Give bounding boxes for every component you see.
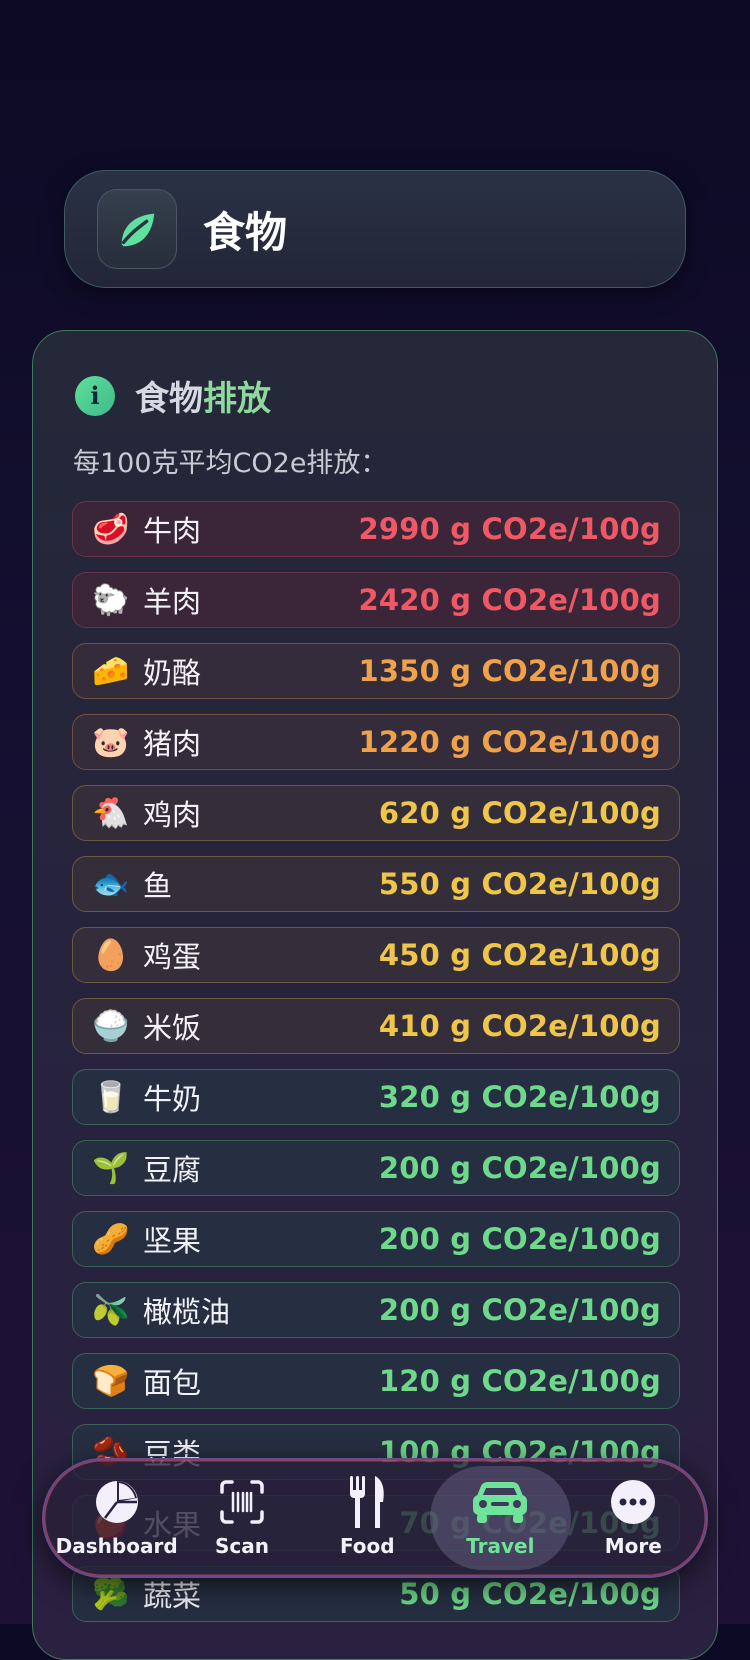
food-row: 🥩 牛肉 2990 g CO2e/100g [72, 501, 680, 557]
food-name: 鱼 [143, 869, 173, 903]
bottom-tab-bar: Dashboard Scan Food Travel More [42, 1458, 708, 1578]
food-emission-value: 50 g CO2e/100g [399, 1577, 661, 1611]
tab-dashboard-label: Dashboard [55, 1534, 178, 1558]
food-emission-value: 2990 g CO2e/100g [358, 512, 661, 546]
food-name: 米饭 [143, 1011, 202, 1045]
food-emission-value: 410 g CO2e/100g [378, 1009, 661, 1043]
food-row: 🐔 鸡肉 620 g CO2e/100g [72, 785, 680, 841]
food-name: 奶酪 [143, 656, 202, 690]
tab-travel-label: Travel [466, 1534, 535, 1558]
food-row: 🥛 牛奶 320 g CO2e/100g [72, 1069, 680, 1125]
food-emission-value: 1350 g CO2e/100g [358, 654, 661, 688]
category-header: 食物 [64, 170, 686, 288]
section-title: 食物排放 [135, 379, 271, 419]
food-emoji-icon: 🥩 [92, 511, 130, 547]
food-emission-value: 200 g CO2e/100g [378, 1151, 661, 1185]
food-emission-value: 2420 g CO2e/100g [358, 583, 661, 617]
food-row: 🍞 面包 120 g CO2e/100g [72, 1353, 680, 1409]
food-row: 🥜 坚果 200 g CO2e/100g [72, 1211, 680, 1267]
more-dots-icon [611, 1480, 656, 1524]
food-emission-value: 550 g CO2e/100g [378, 867, 661, 901]
page-title: 食物 [203, 207, 288, 257]
tab-more[interactable]: More [571, 1466, 696, 1570]
tab-food[interactable]: Food [305, 1466, 430, 1570]
food-emoji-icon: 🫒 [92, 1292, 130, 1328]
food-emoji-icon: 🐔 [92, 795, 130, 831]
food-emoji-icon: 🐑 [92, 582, 130, 618]
section-subtitle: 每100克平均CO2e排放： [73, 448, 388, 479]
category-icon-tile [97, 189, 177, 269]
tab-food-label: Food [339, 1534, 395, 1558]
food-name: 牛肉 [143, 514, 202, 548]
food-name: 蔬菜 [143, 1579, 202, 1613]
food-row: 🐟 鱼 550 g CO2e/100g [72, 856, 680, 912]
food-emoji-icon: 🥦 [92, 1576, 130, 1612]
food-name: 面包 [143, 1366, 202, 1400]
tab-more-label: More [604, 1534, 662, 1558]
food-row: 🌱 豆腐 200 g CO2e/100g [72, 1140, 680, 1196]
car-icon [473, 1482, 528, 1523]
section-header: i 食物排放 [75, 371, 271, 420]
tab-dashboard[interactable]: Dashboard [54, 1466, 179, 1570]
food-name: 鸡蛋 [143, 940, 202, 974]
food-row: 🧀 奶酪 1350 g CO2e/100g [72, 643, 680, 699]
food-row: 🐑 羊肉 2420 g CO2e/100g [72, 572, 680, 628]
food-emission-value: 620 g CO2e/100g [378, 796, 661, 830]
food-name: 牛奶 [143, 1082, 202, 1116]
food-emoji-icon: 🐟 [92, 866, 130, 902]
food-emoji-icon: 🍞 [92, 1363, 130, 1399]
food-name: 橄榄油 [143, 1295, 231, 1329]
food-emission-value: 120 g CO2e/100g [378, 1364, 661, 1398]
food-emoji-icon: 🥚 [92, 937, 130, 973]
food-emission-value: 1220 g CO2e/100g [358, 725, 661, 759]
food-row: 🐷 猪肉 1220 g CO2e/100g [72, 714, 680, 770]
food-name: 坚果 [143, 1224, 202, 1258]
food-emission-value: 450 g CO2e/100g [378, 938, 661, 972]
food-emission-value: 200 g CO2e/100g [378, 1293, 661, 1327]
food-emoji-icon: 🥜 [92, 1221, 130, 1257]
food-emoji-icon: 🥛 [92, 1079, 130, 1115]
food-emoji-icon: 🐷 [92, 724, 130, 760]
food-emission-value: 320 g CO2e/100g [378, 1080, 661, 1114]
food-name: 羊肉 [143, 585, 202, 619]
food-row: 🍚 米饭 410 g CO2e/100g [72, 998, 680, 1054]
barcode-scan-icon [220, 1480, 264, 1524]
food-name: 猪肉 [143, 727, 202, 761]
food-name: 鸡肉 [143, 798, 202, 832]
food-emoji-icon: 🧀 [92, 653, 130, 689]
food-emoji-icon: 🌱 [92, 1150, 130, 1186]
food-row: 🫒 橄榄油 200 g CO2e/100g [72, 1282, 680, 1338]
info-icon: i [75, 375, 115, 416]
food-emoji-icon: 🍚 [92, 1008, 130, 1044]
leaf-icon [121, 213, 155, 247]
food-row: 🥚 鸡蛋 450 g CO2e/100g [72, 927, 680, 983]
food-name: 豆腐 [143, 1153, 202, 1187]
tab-scan[interactable]: Scan [179, 1466, 304, 1570]
food-emission-value: 200 g CO2e/100g [378, 1222, 661, 1256]
fork-knife-icon [350, 1476, 385, 1528]
tab-travel[interactable]: Travel [429, 1466, 571, 1570]
tab-scan-label: Scan [214, 1534, 269, 1558]
pie-chart-icon [95, 1481, 138, 1523]
